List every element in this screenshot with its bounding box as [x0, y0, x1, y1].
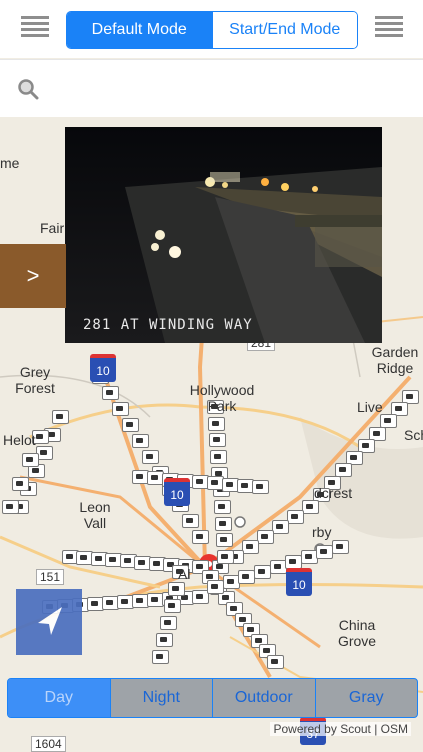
camera-marker-icon[interactable]: [156, 633, 173, 647]
camera-scene: [65, 127, 382, 343]
camera-marker-icon[interactable]: [269, 560, 287, 574]
camera-caption: 281 AT WINDING WAY: [83, 317, 253, 333]
camera-marker-icon[interactable]: [267, 655, 284, 669]
place-label: me: [0, 155, 20, 171]
place-label: Garden Ridge: [371, 344, 419, 376]
camera-marker-icon[interactable]: [253, 565, 271, 579]
camera-marker-icon[interactable]: [316, 545, 334, 559]
camera-marker-icon[interactable]: [2, 500, 19, 514]
start-end-mode-button[interactable]: Start/End Mode: [211, 12, 357, 48]
camera-marker-icon[interactable]: [208, 416, 226, 431]
place-label: China Grove: [337, 617, 377, 649]
camera-marker-icon[interactable]: [242, 540, 259, 554]
camera-marker-icon[interactable]: [168, 582, 185, 596]
camera-marker-icon[interactable]: [12, 476, 29, 491]
place-label: Sch: [404, 427, 423, 443]
camera-marker-icon[interactable]: [287, 510, 304, 524]
view-mode-control: Day Night Outdoor Gray: [7, 678, 418, 718]
left-menu-icon[interactable]: [21, 16, 49, 40]
camera-marker-icon[interactable]: [52, 410, 69, 424]
camera-marker-icon[interactable]: [209, 433, 227, 448]
camera-marker-icon[interactable]: [300, 550, 318, 564]
camera-marker-icon[interactable]: [152, 650, 169, 664]
camera-marker-icon[interactable]: [164, 599, 181, 613]
camera-marker-icon[interactable]: [332, 540, 349, 554]
camera-marker-icon[interactable]: [222, 575, 240, 589]
camera-marker-icon[interactable]: [285, 555, 303, 569]
camera-marker-icon[interactable]: [210, 450, 228, 464]
right-menu-icon[interactable]: [375, 16, 403, 40]
camera-marker-icon[interactable]: [142, 450, 159, 464]
search-bar[interactable]: [0, 59, 423, 119]
outdoor-mode-button[interactable]: Outdoor: [212, 679, 315, 717]
place-label: Fair: [40, 220, 65, 236]
mode-segmented-control: Default Mode Start/End Mode: [66, 11, 358, 49]
place-label: Leon Vall: [79, 499, 111, 531]
interstate-shield: 10: [90, 354, 116, 382]
locate-me-button[interactable]: [16, 589, 82, 655]
camera-marker-icon[interactable]: [182, 514, 199, 528]
search-icon: [18, 79, 39, 100]
camera-feed-image[interactable]: 281 AT WINDING WAY: [65, 127, 382, 343]
day-mode-button[interactable]: Day: [8, 679, 110, 717]
place-label: rby: [312, 524, 332, 540]
place-label: Hollywood Park: [189, 382, 255, 414]
highway-shield: 151: [36, 569, 65, 585]
gray-mode-button[interactable]: Gray: [314, 679, 418, 717]
location-arrow-icon: [38, 607, 62, 635]
camera-marker-icon[interactable]: [257, 530, 274, 544]
place-label: Live: [357, 399, 383, 415]
place-label: Al: [178, 566, 191, 582]
camera-marker-icon[interactable]: [213, 500, 231, 514]
camera-marker-icon[interactable]: [272, 520, 289, 534]
place-label: Helot: [3, 432, 36, 448]
interstate-shield: 10: [286, 568, 312, 596]
place-label: Grey Forest: [15, 364, 55, 396]
camera-marker-icon[interactable]: [160, 616, 177, 630]
camera-marker-icon[interactable]: [217, 550, 234, 564]
camera-marker-icon[interactable]: [207, 580, 224, 594]
map-attribution[interactable]: Powered by Scout | OSM: [270, 722, 411, 736]
camera-marker-icon[interactable]: [192, 530, 209, 544]
camera-marker-icon[interactable]: [302, 500, 319, 514]
place-label: dcrest: [314, 485, 353, 501]
camera-marker-icon[interactable]: [102, 386, 119, 400]
camera-marker-icon[interactable]: [252, 480, 269, 494]
expand-panel-button[interactable]: >: [0, 244, 66, 308]
camera-marker-icon[interactable]: [122, 418, 139, 432]
camera-marker-icon[interactable]: [22, 453, 39, 468]
night-mode-button[interactable]: Night: [109, 679, 213, 717]
interstate-shield: 10: [164, 478, 190, 506]
top-bar: Default Mode Start/End Mode: [0, 0, 423, 58]
camera-marker-icon[interactable]: [215, 533, 233, 548]
camera-marker-icon[interactable]: [238, 570, 256, 584]
camera-marker-icon[interactable]: [112, 402, 129, 416]
default-mode-button[interactable]: Default Mode: [67, 12, 212, 48]
camera-marker-icon[interactable]: [214, 516, 232, 531]
camera-marker-icon[interactable]: [132, 434, 149, 448]
